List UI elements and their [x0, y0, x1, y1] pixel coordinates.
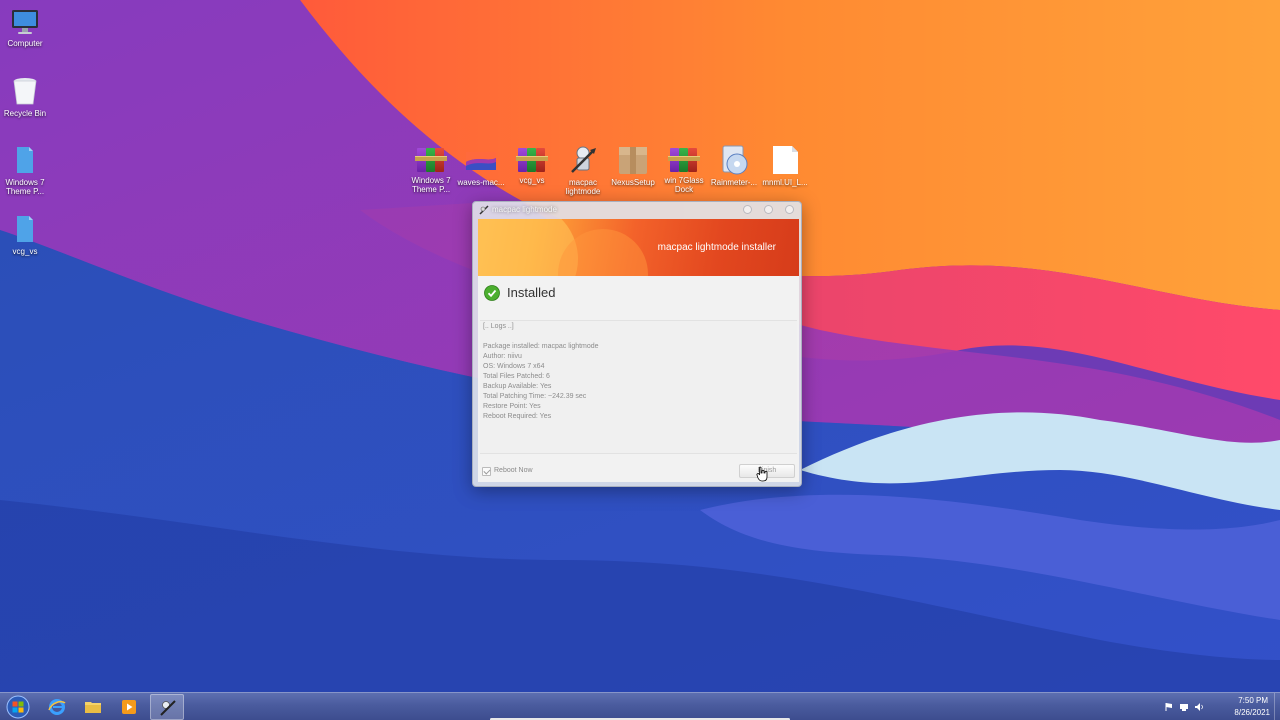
log-line: Backup Available: Yes — [483, 383, 552, 390]
winrar-archive-icon — [516, 144, 548, 174]
taskbar: 7:50 PM 8/26/2021 — [0, 692, 1280, 720]
desktop-icon-mnml-ui[interactable]: mnml.UI_L... — [760, 144, 810, 187]
reboot-now-checkbox[interactable] — [482, 467, 491, 476]
log-line: OS: Windows 7 x64 — [483, 363, 545, 370]
close-button[interactable] — [785, 205, 794, 214]
installer-banner: macpac lightmode installer — [478, 219, 799, 276]
recycle-bin-icon — [13, 78, 37, 105]
taskbar-macpac-installer[interactable] — [150, 694, 184, 720]
window-title: macpac lightmode — [492, 205, 557, 214]
desktop-icon-windows7-theme-rar[interactable]: Windows 7 Theme P... — [406, 144, 456, 194]
package-icon — [619, 147, 647, 174]
installer-footer: Reboot Now Finish — [478, 456, 799, 482]
minimize-button[interactable] — [743, 205, 752, 214]
blank-file-icon — [773, 146, 798, 174]
desktop-icon-label: Windows 7 Theme P... — [5, 178, 45, 196]
installer-icon — [571, 146, 596, 173]
installer-window: macpac lightmode macpac lightmode instal… — [472, 201, 802, 487]
desktop-icon-rainmeter[interactable]: Rainmeter-... — [709, 144, 759, 187]
log-line: Total Patching Time: ~242.39 sec — [483, 393, 587, 400]
network-icon[interactable] — [1179, 702, 1189, 712]
taskbar-media-player[interactable] — [112, 694, 146, 720]
show-desktop-button[interactable] — [1274, 693, 1280, 720]
desktop-icon-label: vcg_vs — [519, 176, 545, 185]
winrar-archive-icon — [668, 144, 700, 174]
desktop-icon-vcg-vs[interactable]: vcg_vs — [0, 214, 50, 256]
internet-explorer-icon — [48, 699, 66, 715]
check-circle-icon — [484, 285, 500, 301]
log-line: Author: niivu — [483, 353, 522, 360]
desktop-icon-nexussetup[interactable]: NexusSetup — [608, 144, 658, 187]
desktop-icon-macpac-lightmode[interactable]: macpac lightmode — [558, 144, 608, 196]
installer-icon — [479, 205, 489, 215]
desktop-icon-label: NexusSetup — [611, 178, 655, 187]
hand-cursor-icon — [756, 466, 768, 482]
reboot-now-label[interactable]: Reboot Now — [494, 467, 533, 474]
desktop-icon-vcg-vs-rar[interactable]: vcg_vs — [507, 144, 557, 185]
desktop-icon-label: Recycle Bin — [3, 109, 47, 118]
desktop-icon-label: Windows 7 Theme P... — [411, 176, 451, 194]
window-titlebar[interactable]: macpac lightmode — [473, 202, 801, 218]
volume-icon[interactable] — [1194, 702, 1204, 712]
desktop-icon-label: Computer — [7, 39, 43, 48]
windows-start-icon[interactable] — [4, 694, 32, 720]
desktop-icon-label: win 7Glass Dock — [664, 176, 704, 194]
banner-title: macpac lightmode installer — [657, 242, 776, 253]
desktop-icon-waves-mac[interactable]: waves-mac... — [456, 144, 506, 187]
desktop-icon-label: waves-mac... — [457, 178, 505, 187]
log-line: Reboot Required: Yes — [483, 413, 552, 420]
taskbar-internet-explorer[interactable] — [40, 694, 74, 720]
macpac-installer-icon — [160, 700, 176, 716]
installer-content: Installed [.. Logs ..] Package installed… — [478, 276, 799, 482]
desktop-icon-recycle-bin[interactable]: Recycle Bin — [0, 76, 50, 118]
computer-icon — [12, 10, 38, 34]
clock-date[interactable]: 8/26/2021 — [1234, 708, 1270, 717]
log-line: Restore Point: Yes — [483, 403, 541, 410]
disc-installer-icon — [722, 145, 748, 175]
maximize-button[interactable] — [764, 205, 773, 214]
image-file-icon — [466, 152, 496, 170]
desktop-icon-windows7-theme-folder[interactable]: Windows 7 Theme P... — [0, 145, 50, 196]
desktop-icon-label: Rainmeter-... — [710, 178, 758, 187]
folder-icon — [17, 216, 33, 242]
install-status: Installed — [507, 285, 556, 300]
desktop-icon-computer[interactable]: Computer — [0, 8, 50, 48]
clock-time[interactable]: 7:50 PM — [1238, 696, 1268, 705]
action-center-flag-icon[interactable] — [1164, 702, 1174, 712]
media-player-icon — [122, 700, 136, 714]
taskbar-file-explorer[interactable] — [76, 694, 110, 720]
winrar-archive-icon — [415, 144, 447, 174]
log-line: Package installed: macpac lightmode — [483, 343, 599, 350]
desktop-icon-win7-glass-dock[interactable]: win 7Glass Dock — [659, 144, 709, 194]
folder-icon — [17, 147, 33, 173]
log-line: Total Files Patched: 6 — [483, 373, 550, 380]
logs-header: [.. Logs ..] — [483, 323, 514, 330]
system-tray: 7:50 PM 8/26/2021 — [1160, 693, 1280, 720]
log-panel[interactable]: [.. Logs ..] Package installed: macpac l… — [480, 320, 797, 454]
desktop-icon-label: mnml.UI_L... — [762, 178, 808, 187]
desktop-icon-label: macpac lightmode — [565, 178, 601, 196]
desktop-icon-label: vcg_vs — [12, 247, 38, 256]
file-explorer-icon — [85, 702, 101, 713]
